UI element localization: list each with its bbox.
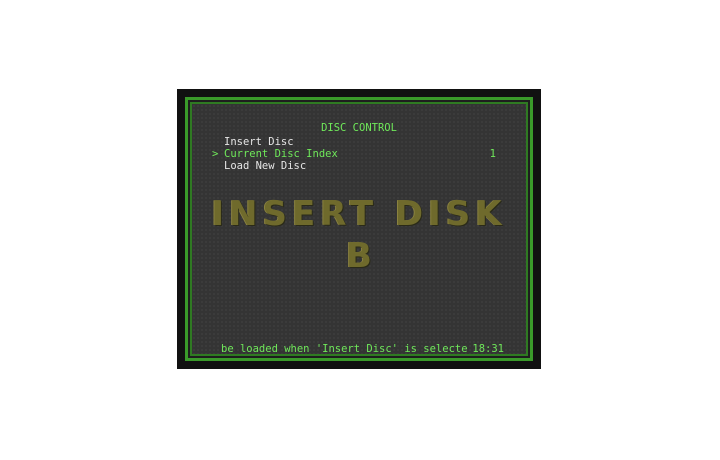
menu-item-load-new-disc[interactable]: Load New Disc — [224, 160, 306, 172]
menu-frame: INSERT DISK B DISC CONTROL > Insert Disc… — [185, 97, 533, 361]
current-disc-index-value[interactable]: 1 — [490, 148, 496, 160]
disk-letter-art: B — [346, 236, 372, 276]
menu-item-insert-disc[interactable]: Insert Disc — [224, 136, 294, 148]
menu-title: DISC CONTROL — [321, 122, 397, 134]
status-help-text: be loaded when 'Insert Disc' is selecte — [221, 343, 468, 355]
selection-cursor-icon: > — [212, 148, 219, 160]
emulator-screen: INSERT DISK B DISC CONTROL > Insert Disc… — [177, 89, 541, 369]
menu-item-current-disc-index[interactable]: Current Disc Index — [224, 148, 338, 160]
insert-disk-art: INSERT DISK — [211, 194, 507, 234]
status-clock: 18:31 — [472, 343, 504, 355]
